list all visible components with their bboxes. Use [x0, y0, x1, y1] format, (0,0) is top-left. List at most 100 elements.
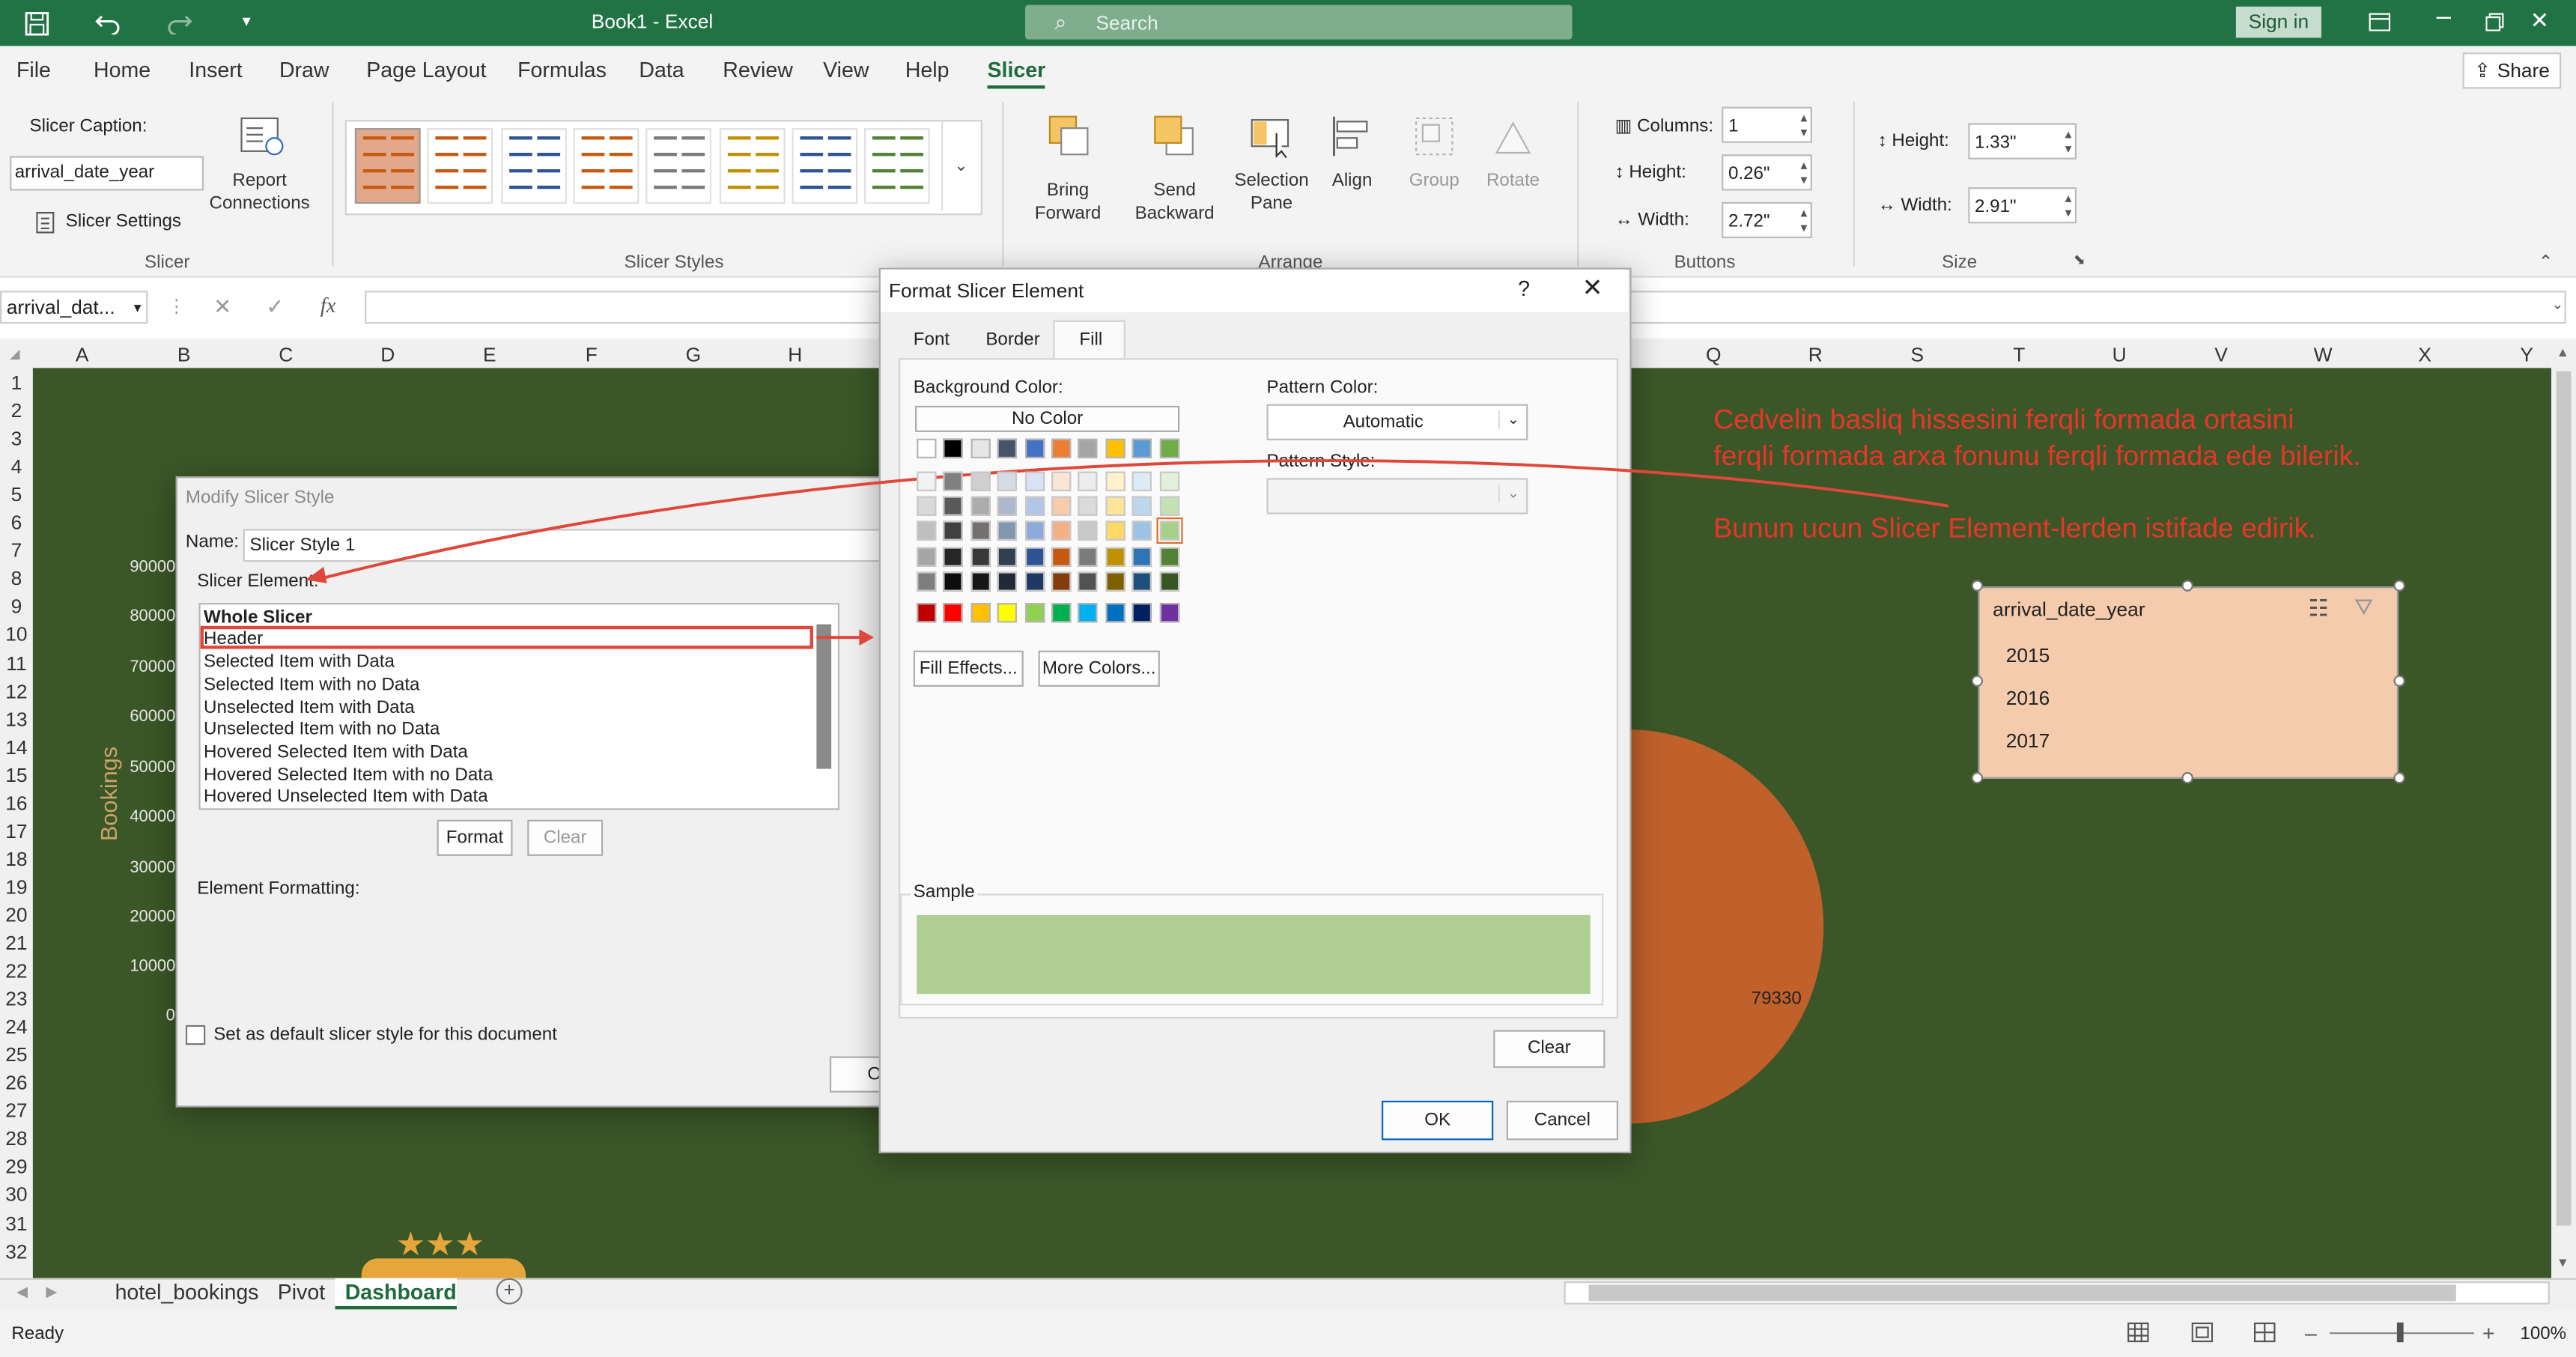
- column-header[interactable]: U: [2103, 343, 2136, 366]
- row-header[interactable]: 15: [0, 763, 33, 786]
- row-header[interactable]: 10: [0, 623, 33, 646]
- tab-home[interactable]: Home: [94, 58, 151, 82]
- column-header[interactable]: B: [168, 343, 201, 366]
- column-header[interactable]: R: [1799, 343, 1832, 366]
- scroll-up-icon[interactable]: ▲: [2557, 345, 2569, 360]
- color-swatch[interactable]: [970, 438, 991, 459]
- zoom-in-icon[interactable]: +: [2482, 1321, 2495, 1346]
- color-swatch[interactable]: [917, 471, 937, 491]
- resize-handle[interactable]: [2393, 772, 2405, 784]
- color-swatch[interactable]: [944, 471, 964, 491]
- tab-insert[interactable]: Insert: [189, 58, 242, 82]
- color-swatch[interactable]: [1131, 603, 1152, 623]
- tab-data[interactable]: Data: [639, 58, 684, 82]
- undo-icon[interactable]: [92, 7, 125, 40]
- row-header[interactable]: 11: [0, 652, 33, 675]
- gallery-more-icon[interactable]: ⌄: [941, 121, 979, 210]
- row-header[interactable]: 28: [0, 1128, 33, 1151]
- tab-view[interactable]: View: [823, 58, 869, 82]
- color-swatch[interactable]: [917, 546, 937, 566]
- row-header[interactable]: 18: [0, 848, 33, 871]
- next-sheet-icon[interactable]: ▶: [46, 1283, 57, 1301]
- clear-element-button[interactable]: Clear: [527, 819, 604, 856]
- button-width-input[interactable]: 2.72": [1722, 201, 1812, 239]
- vertical-scrollbar[interactable]: ▲ ▼: [2551, 338, 2576, 1278]
- element-hovered-unselected-with-data[interactable]: Hovered Unselected Item with Data: [204, 787, 488, 807]
- column-header[interactable]: E: [473, 343, 506, 366]
- row-header[interactable]: 31: [0, 1212, 33, 1235]
- confirm-entry-icon[interactable]: ✓: [266, 294, 284, 321]
- cancel-entry-icon[interactable]: ✕: [213, 294, 231, 321]
- resize-handle[interactable]: [1971, 772, 1984, 784]
- color-swatch[interactable]: [917, 521, 937, 541]
- slicer-settings-button[interactable]: Slicer Settings: [66, 212, 181, 231]
- slicer-caption-input[interactable]: arrival_date_year: [10, 156, 204, 191]
- color-swatch[interactable]: [1105, 603, 1126, 623]
- sheet-tab-pivot[interactable]: Pivot: [278, 1280, 325, 1305]
- align-button[interactable]: Align: [1314, 169, 1390, 192]
- resize-handle[interactable]: [2393, 580, 2405, 592]
- row-header[interactable]: 24: [0, 1016, 33, 1039]
- color-swatch[interactable]: [1078, 471, 1099, 491]
- resize-handle[interactable]: [1971, 675, 1984, 687]
- color-swatch[interactable]: [1024, 438, 1045, 459]
- color-swatch[interactable]: [970, 496, 991, 517]
- clear-fill-button[interactable]: Clear: [1493, 1030, 1606, 1068]
- column-header[interactable]: F: [575, 343, 608, 366]
- add-sheet-icon[interactable]: +: [496, 1278, 523, 1305]
- selection-pane-icon[interactable]: [1247, 112, 1296, 161]
- row-header[interactable]: 17: [0, 819, 33, 843]
- size-width-input[interactable]: 2.91": [1968, 187, 2077, 224]
- row-header[interactable]: 29: [0, 1156, 33, 1179]
- prev-sheet-icon[interactable]: ◀: [16, 1283, 28, 1301]
- ok-button[interactable]: OK: [1382, 1100, 1494, 1141]
- column-header[interactable]: H: [779, 343, 812, 366]
- row-header[interactable]: 22: [0, 959, 33, 983]
- column-header[interactable]: A: [66, 343, 99, 366]
- color-swatch[interactable]: [944, 496, 964, 517]
- element-selected-no-data[interactable]: Selected Item with no Data: [204, 676, 419, 695]
- help-icon[interactable]: ?: [1518, 276, 1530, 301]
- group-button[interactable]: Group: [1397, 169, 1472, 192]
- color-swatch[interactable]: [1131, 571, 1152, 592]
- bring-forward-icon[interactable]: [1045, 112, 1094, 161]
- minimize-icon[interactable]: –: [2437, 3, 2452, 32]
- color-swatch[interactable]: [1024, 603, 1045, 623]
- color-swatch[interactable]: [1105, 571, 1126, 592]
- scroll-down-icon[interactable]: ▼: [2557, 1255, 2569, 1270]
- column-header[interactable]: Y: [2510, 343, 2543, 366]
- tab-page-layout[interactable]: Page Layout: [366, 58, 486, 82]
- ribbon-display-icon[interactable]: [2366, 8, 2392, 34]
- column-header[interactable]: D: [371, 343, 404, 366]
- color-swatch[interactable]: [997, 603, 1018, 623]
- column-header[interactable]: X: [2408, 343, 2441, 366]
- element-whole-slicer[interactable]: Whole Slicer: [204, 608, 312, 628]
- color-swatch[interactable]: [1024, 546, 1045, 566]
- columns-input[interactable]: 1: [1722, 106, 1812, 143]
- horizontal-scrollbar[interactable]: [1564, 1281, 2550, 1305]
- color-swatch[interactable]: [1078, 521, 1099, 541]
- color-swatch[interactable]: [1131, 521, 1152, 541]
- row-header[interactable]: 5: [0, 483, 33, 506]
- report-connections-button[interactable]: Report Connections: [204, 169, 315, 215]
- color-swatch[interactable]: [997, 521, 1018, 541]
- tab-draw[interactable]: Draw: [279, 58, 329, 82]
- more-colors-button[interactable]: More Colors...: [1038, 650, 1160, 687]
- sheet-tab-dashboard[interactable]: Dashboard: [345, 1280, 457, 1305]
- color-swatch[interactable]: [970, 521, 991, 541]
- size-height-input[interactable]: 1.33": [1968, 123, 2077, 160]
- color-swatch[interactable]: [1158, 603, 1179, 623]
- page-break-view-icon[interactable]: [2251, 1320, 2277, 1346]
- cancel-button[interactable]: Cancel: [1506, 1100, 1618, 1141]
- row-header[interactable]: 19: [0, 875, 33, 899]
- expand-formula-icon[interactable]: ⌄: [2551, 296, 2564, 314]
- color-swatch[interactable]: [1105, 471, 1126, 491]
- element-header[interactable]: Header: [204, 629, 263, 649]
- select-all-icon[interactable]: ◢: [10, 347, 20, 362]
- multi-select-icon[interactable]: ☷: [2308, 595, 2329, 622]
- resize-handle[interactable]: [2393, 675, 2405, 687]
- color-swatch[interactable]: [1078, 496, 1099, 517]
- color-swatch[interactable]: [1051, 603, 1072, 623]
- row-header[interactable]: 9: [0, 595, 33, 619]
- column-header[interactable]: C: [270, 343, 303, 366]
